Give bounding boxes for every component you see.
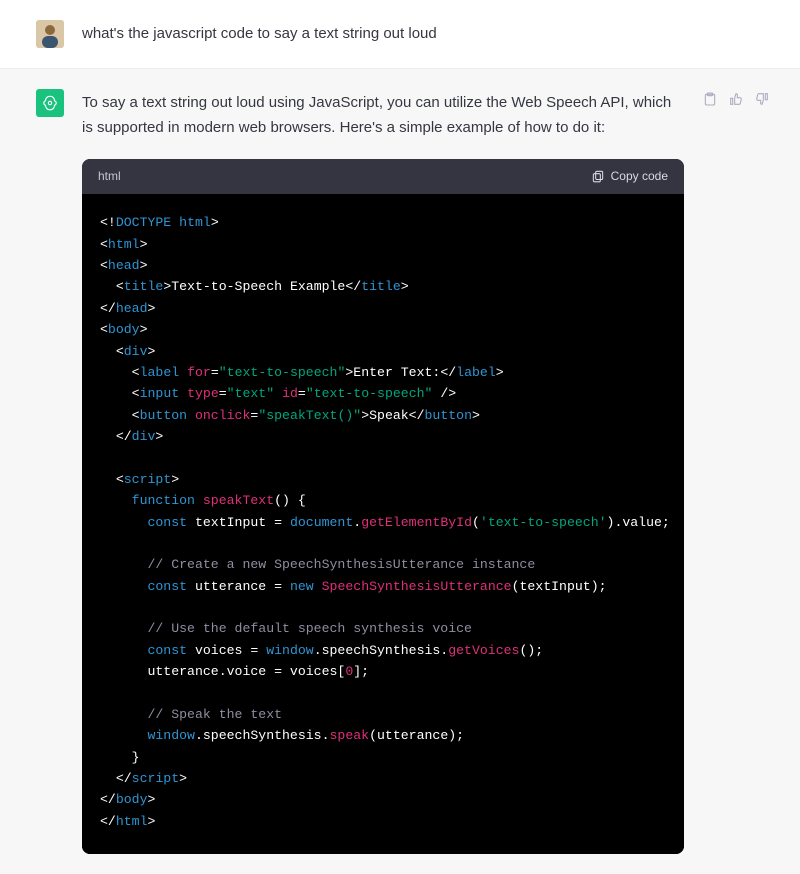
message-actions [702, 89, 770, 854]
user-message-text: what's the javascript code to say a text… [82, 20, 770, 48]
user-avatar-icon [36, 20, 64, 48]
assistant-avatar-icon [41, 94, 59, 112]
code-content[interactable]: <!DOCTYPE html> <html> <head> <title>Tex… [82, 194, 684, 854]
thumbs-up-icon[interactable] [728, 91, 744, 107]
clipboard-icon [591, 169, 605, 183]
assistant-content: To say a text string out loud using Java… [82, 89, 684, 854]
assistant-avatar [36, 89, 64, 117]
copy-code-button[interactable]: Copy code [591, 167, 668, 187]
assistant-intro-text: To say a text string out loud using Java… [82, 91, 684, 141]
code-language-label: html [98, 167, 121, 187]
assistant-message-row: To say a text string out loud using Java… [0, 69, 800, 874]
code-block: html Copy code <!DOCTYPE html> <html> <h… [82, 159, 684, 855]
user-avatar [36, 20, 64, 48]
thumbs-down-icon[interactable] [754, 91, 770, 107]
clipboard-action-icon[interactable] [702, 91, 718, 107]
copy-code-label: Copy code [611, 167, 668, 187]
user-message-row: what's the javascript code to say a text… [0, 0, 800, 69]
code-header: html Copy code [82, 159, 684, 195]
